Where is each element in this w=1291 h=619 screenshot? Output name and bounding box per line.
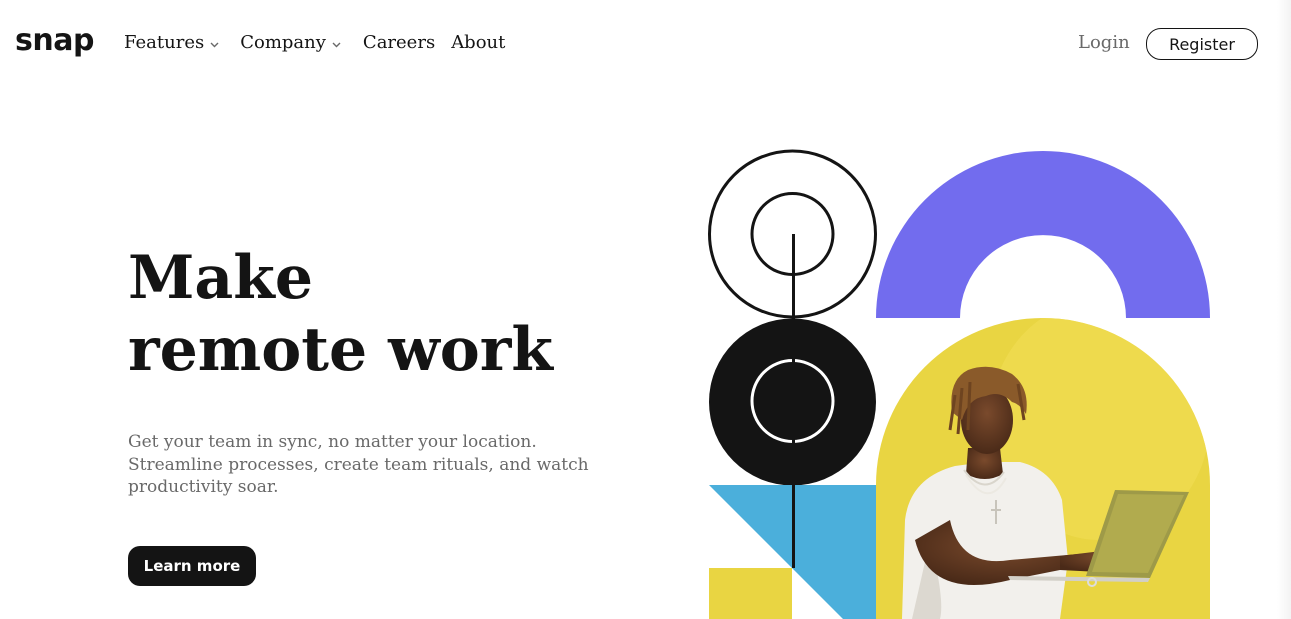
nav-item-label: About — [451, 32, 506, 53]
hero-title-line-2: remote work — [128, 315, 553, 385]
nav-item-label: Careers — [362, 32, 436, 53]
hero-description: Get your team in sync, no matter your lo… — [128, 432, 589, 497]
nav-item-label: Features — [124, 32, 205, 53]
nav-item-features[interactable]: Features — [124, 30, 219, 56]
chevron-down-icon — [332, 42, 341, 48]
blue-triangle-graphic — [709, 485, 876, 619]
brand-logo[interactable]: snap — [15, 23, 94, 59]
purple-arch-graphic — [876, 151, 1210, 318]
hero-title-line-1: Make — [128, 243, 314, 313]
hero-title: Make remote work — [128, 242, 553, 386]
outline-circles-graphic — [708, 149, 877, 319]
chevron-down-icon — [210, 42, 219, 48]
nav-item-about[interactable]: About — [451, 30, 505, 56]
nav-item-label: Company — [240, 32, 326, 53]
learn-more-button[interactable]: Learn more — [128, 546, 256, 586]
login-link[interactable]: Login — [1078, 30, 1130, 56]
nav-item-careers[interactable]: Careers — [363, 30, 435, 56]
register-button[interactable]: Register — [1146, 28, 1258, 60]
person-with-laptop-photo — [876, 318, 1210, 619]
main-nav: Features Company Careers About — [124, 30, 505, 56]
black-circle-graphic — [709, 318, 876, 486]
scrollbar-track — [1277, 0, 1291, 619]
yellow-square-graphic — [709, 568, 792, 619]
nav-item-company[interactable]: Company — [240, 30, 341, 56]
